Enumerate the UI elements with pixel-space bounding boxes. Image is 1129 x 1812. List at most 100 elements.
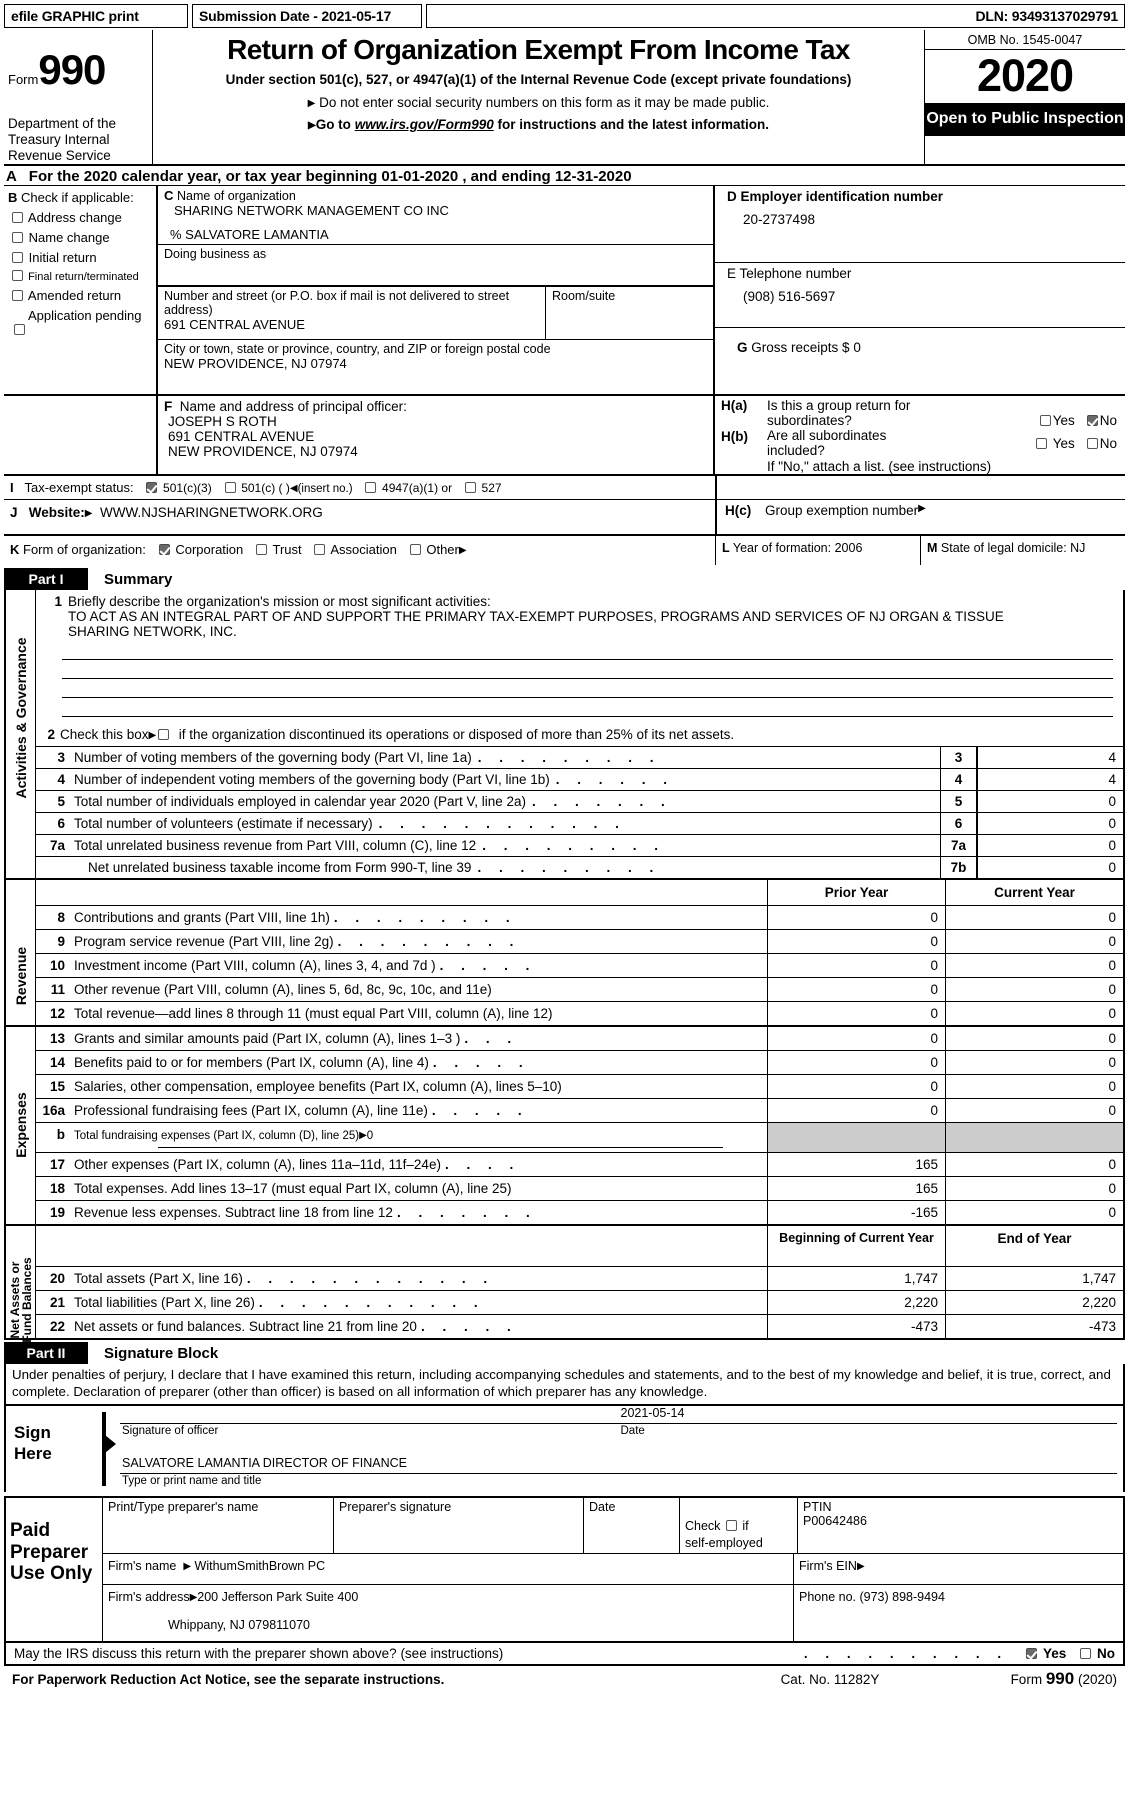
org-form-trust[interactable]: Trust	[254, 542, 302, 557]
website-value[interactable]: WWW.NJSHARINGNETWORK.ORG	[100, 505, 323, 520]
table-row: 16a Professional fundraising fees (Part …	[36, 1098, 1123, 1123]
preparer-date-cell[interactable]: Date	[583, 1497, 679, 1554]
row-text: Net assets or fund balances. Subtract li…	[74, 1319, 417, 1335]
row-number: 17	[49, 1157, 65, 1173]
leader-dots: . . . . .	[431, 1103, 529, 1119]
checkbox-name-change[interactable]: Name change	[10, 230, 152, 245]
arrow-icon: ▶	[359, 1130, 367, 1142]
officer-line-2: 691 CENTRAL AVENUE	[168, 428, 315, 444]
efile-graphic-label: efile GRAPHIC print	[4, 4, 188, 28]
org-form-label-association: Association	[330, 542, 397, 558]
row-text: Other expenses (Part IX, column (A), lin…	[74, 1157, 441, 1173]
table-row: 4 Number of independent voting members o…	[36, 768, 1123, 791]
checkbox-icon-checked[interactable]	[158, 544, 170, 556]
checkbox-icon[interactable]	[256, 544, 268, 556]
firm-ein-cell[interactable]: Firm's EIN▶	[793, 1554, 1123, 1585]
officer-signature-row: Signature of officer 2021-05-14 Date	[116, 1406, 1123, 1442]
checkbox-icon[interactable]	[12, 251, 23, 263]
checkbox-icon[interactable]	[158, 729, 170, 741]
status-option-501c[interactable]: 501(c) ( )	[223, 480, 290, 495]
h-b-yes-option[interactable]: Yes	[1034, 436, 1075, 451]
firm-name-cell[interactable]: Firm's name ▶ WithumSmithBrown PC	[103, 1554, 793, 1584]
table-row: 6 Total number of volunteers (estimate i…	[36, 812, 1123, 835]
table-row: 8 Contributions and grants (Part VIII, l…	[36, 905, 1123, 930]
checkbox-icon[interactable]	[14, 323, 25, 335]
irs-discuss-yes[interactable]: Yes	[1024, 1646, 1066, 1661]
checkbox-icon[interactable]	[409, 544, 421, 556]
h-a-yes-option[interactable]: Yes	[1038, 413, 1075, 428]
masthead-subtitle-2-text: Do not enter social security numbers on …	[319, 95, 770, 110]
org-form-other[interactable]: Other▶	[408, 542, 467, 557]
checkbox-amended-return[interactable]: Amended return	[10, 288, 152, 303]
checkbox-icon[interactable]	[314, 544, 326, 556]
checkbox-icon[interactable]	[12, 231, 23, 243]
signature-block: Sign Here Signature of officer 2021-05-14…	[4, 1403, 1125, 1492]
org-form-corporation[interactable]: Corporation	[157, 542, 243, 557]
officer-name-cell[interactable]: SALVATORE LAMANTIA DIRECTOR OF FINANCE T…	[120, 1456, 1117, 1492]
checkbox-icon-checked[interactable]	[1026, 1648, 1038, 1660]
year-formation-value: 2006	[834, 541, 863, 556]
checkbox-address-change[interactable]: Address change	[10, 210, 152, 225]
preparer-name-cell[interactable]: Print/Type preparer's name	[103, 1498, 333, 1554]
firm-ein-label: Firm's EIN	[799, 1559, 857, 1574]
checkbox-application-pending[interactable]: Application pending	[10, 308, 152, 335]
ptin-cell[interactable]: PTIN P00642486	[797, 1497, 1123, 1554]
checkbox-initial-return[interactable]: Initial return	[10, 250, 152, 265]
irs-yes-label: Yes	[1042, 1646, 1067, 1662]
table-row: 12 Total revenue—add lines 8 through 11 …	[36, 1001, 1123, 1026]
status-option-501c3[interactable]: 501(c)(3)	[144, 480, 212, 495]
checkbox-icon[interactable]	[1086, 438, 1098, 450]
checkbox-icon[interactable]	[464, 482, 476, 494]
row-value: 0	[1108, 860, 1116, 876]
preparer-signature-cell[interactable]: Preparer's signature	[333, 1497, 583, 1554]
row-number: 3	[57, 750, 65, 766]
footer-form-id: Form 990 (2020)	[1011, 1669, 1117, 1689]
table-row: 20 Total assets (Part X, line 16). . . .…	[36, 1266, 1123, 1291]
irs-form990-link[interactable]: www.irs.gov/Form990	[355, 117, 494, 132]
row-text: Total fundraising expenses (Part IX, col…	[74, 1130, 360, 1143]
firm-phone-cell[interactable]: Phone no. (973) 898-9494	[793, 1585, 1123, 1642]
checkbox-icon[interactable]	[12, 289, 23, 301]
checkbox-icon[interactable]	[725, 1519, 737, 1531]
officer-signature-cell[interactable]: Signature of officer	[120, 1406, 619, 1442]
row-number: 9	[57, 934, 65, 950]
preparer-grid: Print/Type preparer's name Preparer's si…	[102, 1497, 1123, 1642]
self-employed-check-cell[interactable]: Check if self-employed	[679, 1497, 797, 1554]
checkbox-icon[interactable]	[1039, 414, 1051, 426]
officer-name-value: SALVATORE LAMANTIA DIRECTOR OF FINANCE	[122, 1455, 408, 1470]
org-form-association[interactable]: Association	[312, 542, 397, 558]
row-text: Total assets (Part X, line 16)	[74, 1271, 243, 1287]
omb-number: OMB No. 1545-0047	[925, 30, 1125, 50]
firm-address-row: Firm's address▶200 Jefferson Park Suite …	[103, 1584, 1123, 1642]
leader-dots: . . . . . . . . .	[337, 934, 521, 950]
status-option-4947[interactable]: 4947(a)(1) or	[363, 480, 452, 495]
status-option-527[interactable]: 527	[463, 480, 502, 495]
ptin-header: PTIN	[803, 1499, 832, 1514]
h-b-no-option[interactable]: No	[1085, 436, 1117, 451]
checkbox-icon-checked[interactable]	[1086, 414, 1098, 426]
checkbox-icon[interactable]	[224, 482, 236, 494]
checkbox-icon-checked[interactable]	[146, 482, 158, 494]
firm-name-row: Firm's name ▶ WithumSmithBrown PC Firm's…	[103, 1553, 1123, 1585]
leader-dots: . . . . . . . . . . . .	[246, 1271, 495, 1287]
checkbox-icon[interactable]	[12, 211, 23, 223]
officer-date-cell[interactable]: 2021-05-14 Date	[618, 1406, 1117, 1442]
row-prior-year-value: 0	[767, 1027, 945, 1051]
mission-blank-rule	[62, 685, 1113, 699]
officer-name-row: SALVATORE LAMANTIA DIRECTOR OF FINANCE T…	[116, 1456, 1123, 1492]
irs-discuss-no[interactable]: No	[1078, 1646, 1115, 1661]
checkbox-final-return-terminated[interactable]: Final return/terminated	[10, 269, 152, 283]
row-prior-year-value: 0	[767, 1099, 945, 1123]
checkbox-icon[interactable]	[12, 269, 23, 281]
checkbox-icon[interactable]	[1036, 438, 1048, 450]
firm-address-cell[interactable]: Firm's address▶200 Jefferson Park Suite …	[103, 1585, 793, 1641]
row-prior-year-value	[767, 1123, 945, 1153]
checkbox-label: Initial return	[28, 249, 97, 265]
section-b-heading: Check if applicable:	[21, 189, 134, 205]
checkbox-icon[interactable]	[1080, 1648, 1092, 1660]
h-a-no-option[interactable]: No	[1085, 413, 1117, 428]
h-b-no-label: No	[1099, 436, 1117, 452]
h-c-label: H(c)	[725, 503, 752, 519]
ein-label: Employer identification number	[740, 188, 944, 204]
checkbox-icon[interactable]	[365, 482, 377, 494]
